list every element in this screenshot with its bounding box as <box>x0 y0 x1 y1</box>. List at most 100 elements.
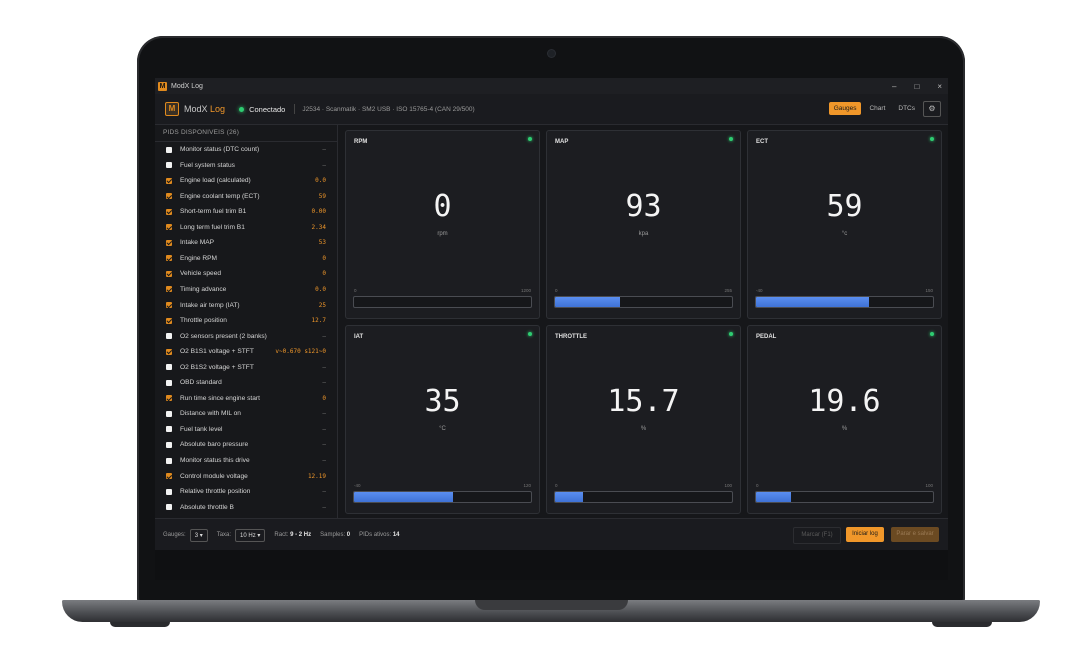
pid-checkbox[interactable] <box>166 162 172 169</box>
pid-row[interactable]: O2 B1S2 voltage + STFT — <box>155 360 337 375</box>
pid-row[interactable]: Fuel tank level — <box>155 422 337 437</box>
pid-label: Engine load (calculated) <box>180 177 251 185</box>
pid-row[interactable]: O2 B1S1 voltage + STFT v~0.670 s121~0 <box>155 344 337 359</box>
pid-row[interactable]: Long term fuel trim B1 2.34 <box>155 220 337 235</box>
gauge-bar <box>554 296 733 308</box>
pid-checkbox[interactable] <box>166 270 172 277</box>
gauge-value: 19.6 <box>808 384 881 419</box>
gear-icon: ⚙ <box>928 104 936 113</box>
pid-value: — <box>322 332 326 340</box>
pid-row[interactable]: Absolute throttle B — <box>155 500 337 515</box>
pid-checkbox[interactable] <box>166 208 172 215</box>
pid-checkbox[interactable] <box>166 177 172 184</box>
pid-checkbox[interactable] <box>166 473 172 480</box>
pid-row[interactable]: Vehicle speed 0 <box>155 266 337 281</box>
real-rate-value: 9 - 2 Hz <box>290 532 312 538</box>
pid-row[interactable]: Absolute baro pressure — <box>155 437 337 452</box>
pid-checkbox[interactable] <box>166 379 172 386</box>
pid-checkbox[interactable] <box>166 426 172 433</box>
tab-dtcs[interactable]: DTCs <box>893 102 920 115</box>
pid-value: — <box>322 488 326 496</box>
pid-checkbox[interactable] <box>166 364 172 371</box>
pid-value: — <box>322 363 326 371</box>
pid-checkbox[interactable] <box>166 255 172 262</box>
gauge-unit: °C <box>439 426 446 432</box>
pid-checkbox[interactable] <box>166 146 172 153</box>
gauge-title: MAP <box>555 139 569 145</box>
pid-value: — <box>322 379 326 387</box>
gauge-bar <box>353 296 532 308</box>
pid-checkbox[interactable] <box>166 193 172 200</box>
pid-checkbox[interactable] <box>166 286 172 293</box>
gauge-card-pedal[interactable]: PEDAL 19.6% 0 100 <box>747 325 942 514</box>
tab-gauges[interactable]: Gauges <box>828 102 862 115</box>
pid-label: Absolute throttle B <box>180 503 234 511</box>
pid-checkbox[interactable] <box>166 457 172 464</box>
gauge-min-label: 0 <box>354 288 357 293</box>
pid-row[interactable]: O2 sensors present (2 banks) — <box>155 329 337 344</box>
pid-row[interactable]: Short-term fuel trim B1 0.00 <box>155 204 337 219</box>
pid-row[interactable]: Intake MAP 53 <box>155 235 337 250</box>
pid-checkbox[interactable] <box>166 488 172 495</box>
gauge-bar-fill <box>555 297 621 307</box>
gauge-card-iat[interactable]: IAT 35 °C -40 120 <box>345 325 540 514</box>
pid-checkbox[interactable] <box>166 302 172 308</box>
gauges-count-select[interactable]: 3 ▾ <box>189 528 208 542</box>
gauge-card-rpm[interactable]: RPM 0 rpm 0 1200 <box>345 130 540 319</box>
pid-label: Throttle position <box>180 317 227 325</box>
pid-row[interactable]: Monitor status this drive — <box>155 453 337 468</box>
pid-row[interactable]: Relative throttle position — <box>155 484 337 499</box>
pid-row[interactable]: Monitor status (DTC count) — <box>155 142 337 157</box>
pid-row[interactable]: Distance with MIL on — <box>155 406 337 421</box>
gauge-card-ect[interactable]: ECT 59 °c -40 150 <box>747 130 942 319</box>
gauge-bar <box>554 491 733 503</box>
pid-checkbox[interactable] <box>166 395 172 402</box>
pid-row[interactable]: Fuel system status — <box>155 158 337 173</box>
stop-save-button[interactable]: Parar e salvar <box>891 527 939 542</box>
pid-row[interactable]: Run time since engine start 0 <box>155 391 337 406</box>
pid-checkbox[interactable] <box>166 504 172 511</box>
rate-select[interactable]: 10 Hz ▾ <box>235 528 266 542</box>
samples-value: 0 <box>346 532 351 538</box>
gauge-card-throttle[interactable]: THROTTLE 15.7% 0 100 <box>546 325 741 514</box>
pid-checkbox[interactable] <box>166 239 172 246</box>
pid-label: Fuel system status <box>180 161 235 169</box>
status-dot-icon <box>239 106 245 112</box>
pid-row[interactable]: Engine RPM 0 <box>155 251 337 266</box>
pid-checkbox[interactable] <box>166 348 172 355</box>
pid-row[interactable]: Engine load (calculated) 0.0 <box>155 173 337 188</box>
gauge-card-map[interactable]: MAP 93 kpa 0 255 <box>546 130 741 319</box>
laptop-foot-right <box>932 622 992 627</box>
pid-label: O2 B1S1 voltage + STFT <box>180 348 254 356</box>
close-button[interactable]: × <box>937 82 942 91</box>
pid-label: Run time since engine start <box>180 394 260 402</box>
pid-row[interactable]: Intake air temp (IAT) 25 <box>155 298 337 313</box>
pid-row[interactable]: Timing advance 0.0 <box>155 282 337 297</box>
pid-value: 0.0 <box>315 285 326 293</box>
pid-row[interactable]: Control module voltage 12.19 <box>155 469 337 484</box>
pid-checkbox[interactable] <box>166 224 172 231</box>
pid-row[interactable]: Throttle position 12.7 <box>155 313 337 328</box>
pid-row[interactable]: OBD standard — <box>155 375 337 390</box>
active-pids-value: 14 <box>392 532 400 538</box>
pid-checkbox[interactable] <box>166 317 172 324</box>
pid-checkbox[interactable] <box>166 410 172 417</box>
start-log-button[interactable]: Iniciar log <box>846 527 884 542</box>
gauge-bar-fill <box>555 492 584 502</box>
gauge-title: RPM <box>354 139 368 145</box>
brand-logo-icon: M <box>165 102 179 116</box>
pid-label: Intake MAP <box>180 239 215 247</box>
pid-checkbox[interactable] <box>166 441 172 448</box>
tab-chart[interactable]: Chart <box>864 102 890 115</box>
pid-row[interactable]: Engine coolant temp (ECT) 59 <box>155 189 337 204</box>
app-logo-icon: M <box>158 81 167 91</box>
pid-checkbox[interactable] <box>166 333 172 340</box>
settings-button[interactable]: ⚙ <box>923 101 941 117</box>
pid-label: Fuel tank level <box>180 425 223 433</box>
mark-button[interactable]: Marcar (F1) <box>793 527 841 544</box>
gauge-unit: rpm <box>437 231 448 237</box>
status-footer: Gauges: 3 ▾ Taxa: 10 Hz ▾ Ract: 9 - 2 Hz… <box>155 518 948 551</box>
app-header: M ModX Log Conectado J2534 · Scanmatik ·… <box>155 94 948 125</box>
maximize-button[interactable]: □ <box>914 82 919 91</box>
minimize-button[interactable]: – <box>892 82 896 91</box>
